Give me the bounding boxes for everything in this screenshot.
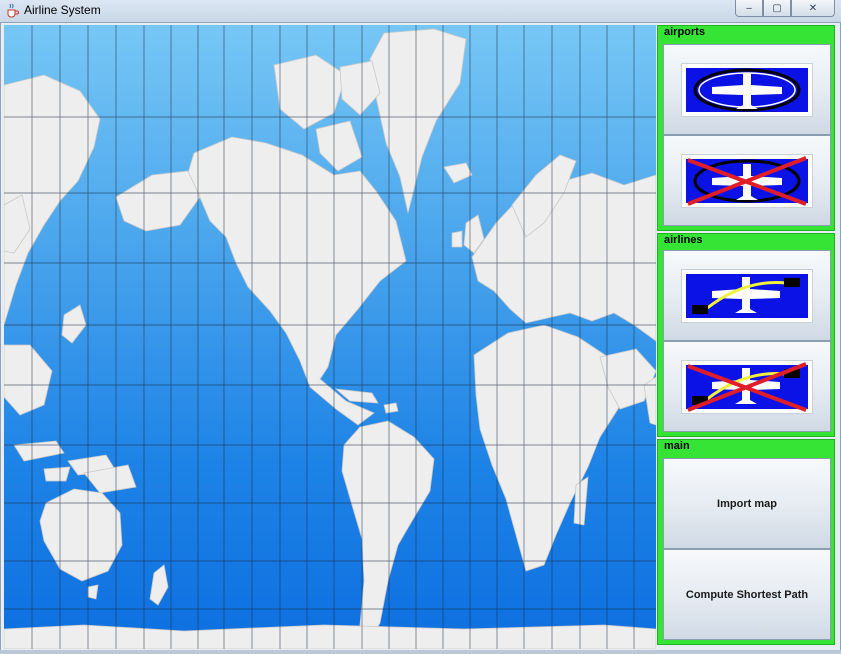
add-airline-icon: [681, 268, 813, 323]
main-group: main Import map Compute Shortest Path: [657, 439, 835, 645]
maximize-icon: ▢: [772, 2, 782, 14]
main-group-label: main: [664, 440, 690, 452]
world-map[interactable]: [4, 25, 656, 649]
remove-airline-icon: [681, 359, 813, 414]
airlines-group: airlines: [657, 233, 835, 437]
java-cup-icon: [7, 3, 19, 18]
import-map-label: Import map: [717, 497, 777, 510]
remove-airport-button[interactable]: [663, 135, 831, 226]
window-title: Airline System: [24, 3, 101, 17]
minimize-icon: ‒: [745, 2, 753, 14]
airports-group: airports: [657, 25, 835, 231]
minimize-button[interactable]: ‒: [735, 0, 763, 17]
window-bottom-edge: [0, 650, 841, 654]
add-airline-button[interactable]: [663, 250, 831, 341]
import-map-button[interactable]: Import map: [663, 458, 831, 549]
airports-group-label: airports: [664, 26, 705, 38]
add-airport-button[interactable]: [663, 44, 831, 135]
control-panel: airports airlines main Import map Comput…: [657, 25, 835, 647]
remove-airport-icon: [681, 153, 813, 208]
main-frame: airports airlines main Import map Comput…: [0, 22, 841, 652]
maximize-button[interactable]: ▢: [763, 0, 791, 17]
world-map-image: [4, 25, 656, 649]
close-icon: ✕: [808, 2, 818, 14]
close-button[interactable]: ✕: [791, 0, 835, 17]
add-airport-icon: [681, 62, 813, 117]
title-bar: Airline System ‒ ▢ ✕: [0, 0, 841, 23]
airlines-group-label: airlines: [664, 234, 703, 246]
compute-shortest-path-label: Compute Shortest Path: [685, 588, 809, 601]
remove-airline-button[interactable]: [663, 341, 831, 432]
compute-shortest-path-button[interactable]: Compute Shortest Path: [663, 549, 831, 640]
